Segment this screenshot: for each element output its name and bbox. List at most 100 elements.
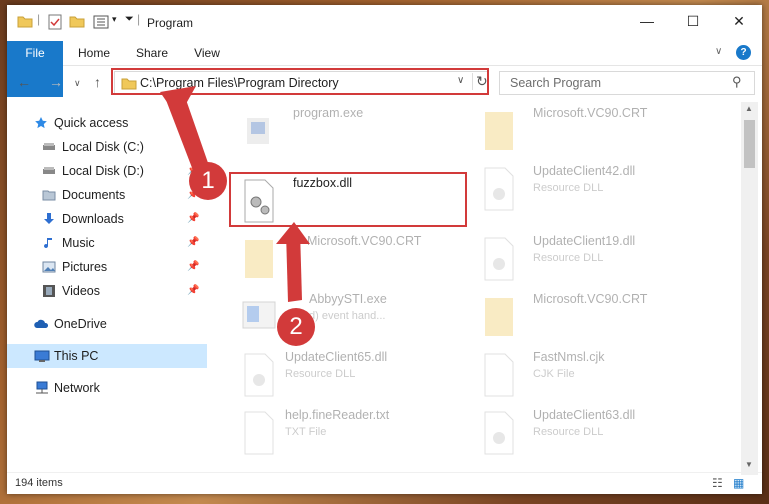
file-name: UpdateClient19.dll	[533, 234, 636, 248]
folder-file-icon	[485, 112, 513, 150]
navigation-bar: ← → ∨ ↑ C:\Program Files\Program Directo…	[7, 66, 762, 102]
scroll-down-icon[interactable]: ▼	[745, 460, 753, 469]
file-item[interactable]: Microsoft.VC90.CRT	[469, 102, 709, 158]
large-icons-view-icon[interactable]: ▦	[733, 476, 744, 490]
minimize-button[interactable]: —	[624, 5, 670, 38]
file-item[interactable]: help.fineReader.txt TXT File	[229, 404, 469, 460]
properties-icon[interactable]	[47, 14, 63, 30]
nav-label: Local Disk (D:)	[62, 164, 144, 178]
nav-item-music[interactable]: Music 📌	[7, 231, 207, 255]
scroll-up-icon[interactable]: ▲	[745, 104, 753, 113]
nav-item-videos[interactable]: Videos 📌	[7, 279, 207, 303]
address-highlight-box	[111, 68, 489, 95]
close-button[interactable]: ✕	[716, 5, 762, 38]
file-name: FastNmsl.cjk	[533, 350, 605, 364]
file-item[interactable]: AbbyySTI.exe d) event hand...	[229, 288, 469, 344]
cjk-file-icon	[484, 353, 514, 397]
expand-ribbon-icon[interactable]: ∨	[715, 46, 722, 57]
nav-item-quick-access[interactable]: Quick access	[7, 111, 207, 135]
nav-item-this-pc[interactable]: This PC	[7, 344, 207, 368]
cloud-icon	[34, 319, 49, 328]
nav-label: Local Disk (C:)	[62, 140, 144, 154]
nav-item-local-disk-d[interactable]: Local Disk (D:) 📌	[7, 159, 207, 183]
dll-file-icon	[484, 237, 514, 281]
exe-file-icon	[242, 301, 276, 329]
file-item[interactable]: UpdateClient65.dll Resource DLL	[229, 346, 469, 402]
navigation-pane: Quick access Local Disk (C:) 📌 Local Dis…	[7, 102, 207, 460]
file-type: TXT File	[285, 426, 327, 438]
music-icon	[44, 238, 52, 249]
pin-icon[interactable]: 📌	[187, 231, 199, 255]
up-arrow-icon[interactable]: ↑	[94, 74, 101, 90]
documents-icon	[42, 190, 56, 201]
explorer-window: | ▾ ⏷ | Program — ☐ ✕ File Home Share Vi…	[7, 5, 762, 494]
nav-item-downloads[interactable]: Downloads 📌	[7, 207, 207, 231]
tab-view[interactable]: View	[187, 41, 227, 65]
nav-label: Videos	[62, 284, 100, 298]
search-box[interactable]: Search Program ⚲	[499, 71, 755, 95]
file-name: Microsoft.VC90.CRT	[533, 292, 648, 306]
network-icon	[36, 381, 48, 394]
file-name: UpdateClient42.dll	[533, 164, 636, 178]
pin-icon[interactable]: 📌	[187, 207, 199, 231]
help-icon[interactable]: ?	[736, 45, 751, 60]
customize-toolbar-icon[interactable]: ⏷	[125, 13, 134, 26]
file-name: AbbyySTI.exe	[309, 292, 387, 306]
txt-file-icon	[244, 411, 274, 455]
details-view-icon[interactable]: ☷	[712, 476, 723, 490]
videos-icon	[43, 285, 55, 297]
drive-icon	[43, 143, 55, 150]
new-folder-icon[interactable]	[69, 14, 85, 28]
chevron-down-icon[interactable]: ▾	[112, 14, 117, 25]
forward-arrow-icon[interactable]: →	[49, 74, 63, 90]
nav-label: Documents	[62, 188, 126, 202]
nav-label: This PC	[54, 349, 99, 363]
nav-item-local-disk-c[interactable]: Local Disk (C:) 📌	[7, 135, 207, 159]
search-icon[interactable]: ⚲	[732, 74, 742, 90]
file-item[interactable]: Microsoft.VC90.CRT	[229, 230, 469, 286]
pin-icon[interactable]: 📌	[187, 279, 199, 303]
pin-icon[interactable]: 📌	[187, 135, 199, 159]
nav-label: Network	[54, 381, 100, 395]
exe-file-icon	[247, 118, 269, 144]
folder-file-icon	[485, 298, 513, 336]
file-name: Microsoft.VC90.CRT	[307, 234, 422, 248]
nav-label: Downloads	[62, 212, 124, 226]
ribbon: File Home Share View ∨ ?	[7, 41, 762, 97]
nav-item-network[interactable]: Network	[7, 376, 207, 400]
file-item[interactable]: program.exe	[229, 102, 469, 158]
scrollbar-thumb[interactable]	[744, 120, 755, 168]
nav-item-documents[interactable]: Documents 📌	[7, 183, 207, 207]
recent-locations-icon[interactable]: ∨	[74, 78, 81, 89]
maximize-button[interactable]: ☐	[670, 5, 716, 38]
file-type: Resource DLL	[285, 368, 356, 380]
file-item[interactable]: UpdateClient42.dll Resource DLL	[469, 160, 709, 216]
download-icon	[44, 213, 54, 224]
search-placeholder[interactable]: Search Program	[510, 76, 601, 90]
file-item[interactable]: UpdateClient63.dll Resource DLL	[469, 404, 709, 460]
file-name: UpdateClient65.dll	[285, 350, 388, 364]
file-type: Resource DLL	[533, 426, 604, 438]
file-item[interactable]: UpdateClient19.dll Resource DLL	[469, 230, 709, 286]
vertical-scrollbar[interactable]: ▲ ▼	[741, 102, 758, 475]
step-1-badge: 1	[189, 162, 227, 200]
dll-file-icon	[484, 411, 514, 455]
pin-icon[interactable]: 📌	[187, 255, 199, 279]
nav-item-onedrive[interactable]: OneDrive	[7, 312, 207, 336]
file-item[interactable]: Microsoft.VC90.CRT	[469, 288, 709, 344]
file-name: UpdateClient63.dll	[533, 408, 636, 422]
back-arrow-icon[interactable]: ←	[17, 74, 31, 90]
item-count: 194 items	[15, 477, 63, 489]
separator: |	[137, 12, 141, 26]
file-list: program.exe fuzzbox.dll Microsoft.VC90.C…	[213, 102, 741, 462]
file-type: Resource DLL	[533, 252, 604, 264]
pictures-icon	[42, 261, 56, 273]
tab-home[interactable]: Home	[71, 41, 117, 65]
tab-share[interactable]: Share	[129, 41, 175, 65]
status-bar: 194 items ☷ ▦	[7, 472, 762, 494]
nav-item-pictures[interactable]: Pictures 📌	[7, 255, 207, 279]
folder-icon	[17, 16, 33, 28]
view-options-icon[interactable]	[93, 14, 111, 30]
file-item[interactable]: FastNmsl.cjk CJK File	[469, 346, 709, 402]
nav-label: OneDrive	[54, 317, 107, 331]
